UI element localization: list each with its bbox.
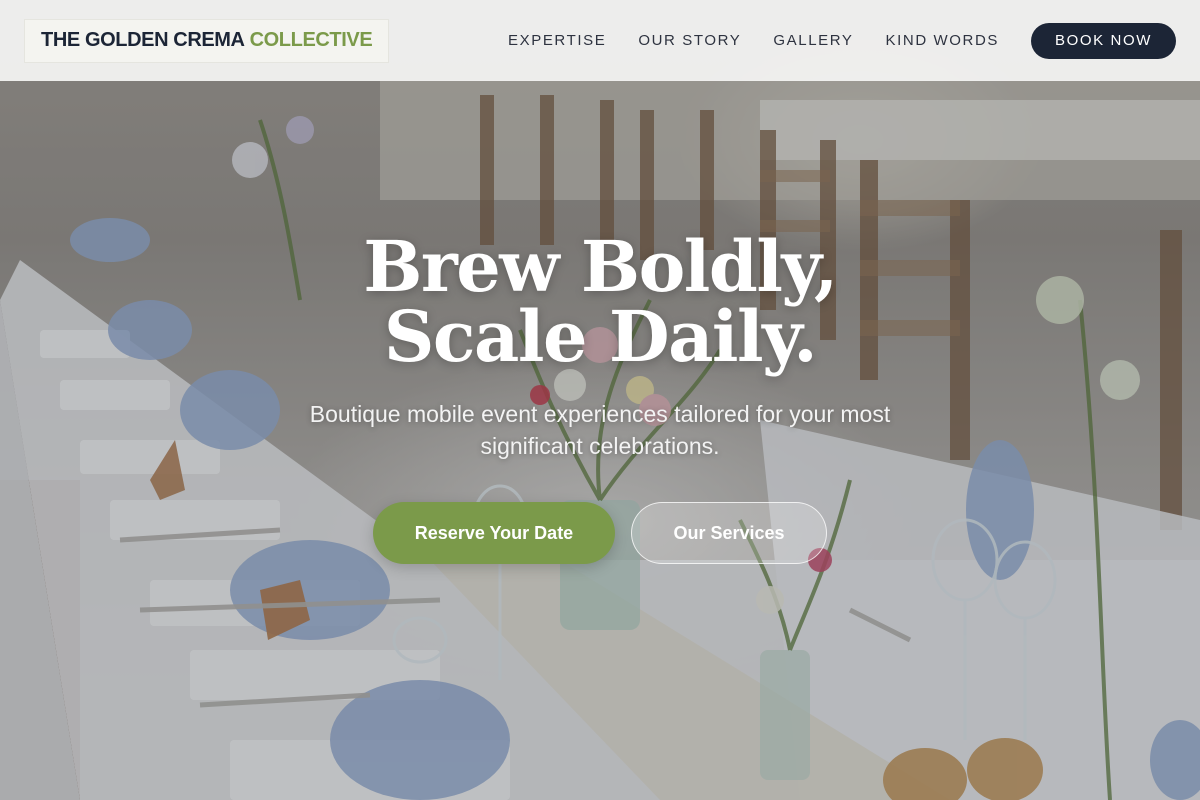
hero-headline: Brew Boldly, Scale Daily.: [0, 232, 1200, 372]
hero-subheadline: Boutique mobile event experiences tailor…: [309, 401, 891, 459]
hero-headline-line-2: Scale Daily.: [383, 295, 818, 378]
hero-headline-line-1: Brew Boldly,: [363, 225, 838, 308]
nav-link-expertise[interactable]: EXPERTISE: [508, 32, 606, 49]
reserve-date-button[interactable]: Reserve Your Date: [373, 502, 615, 564]
hero-cta-row: Reserve Your Date Our Services: [0, 502, 1200, 564]
brand-name-main: THE GOLDEN CREMA: [41, 29, 245, 51]
nav-link-kind-words[interactable]: KIND WORDS: [886, 32, 1000, 49]
brand-name-accent: COLLECTIVE: [249, 29, 373, 51]
nav-link-our-story[interactable]: OUR STORY: [638, 32, 741, 49]
nav-link-gallery[interactable]: GALLERY: [773, 32, 853, 49]
our-services-button[interactable]: Our Services: [631, 502, 827, 564]
book-now-button[interactable]: BOOK NOW: [1031, 22, 1176, 59]
brand-logo[interactable]: THE GOLDEN CREMA COLLECTIVE: [24, 18, 390, 63]
hero-content: Brew Boldly, Scale Daily. Boutique mobil…: [0, 232, 1200, 564]
site-header: THE GOLDEN CREMA COLLECTIVE EXPERTISE OU…: [0, 0, 1200, 81]
main-nav: EXPERTISE OUR STORY GALLERY KIND WORDS B…: [508, 22, 1176, 59]
